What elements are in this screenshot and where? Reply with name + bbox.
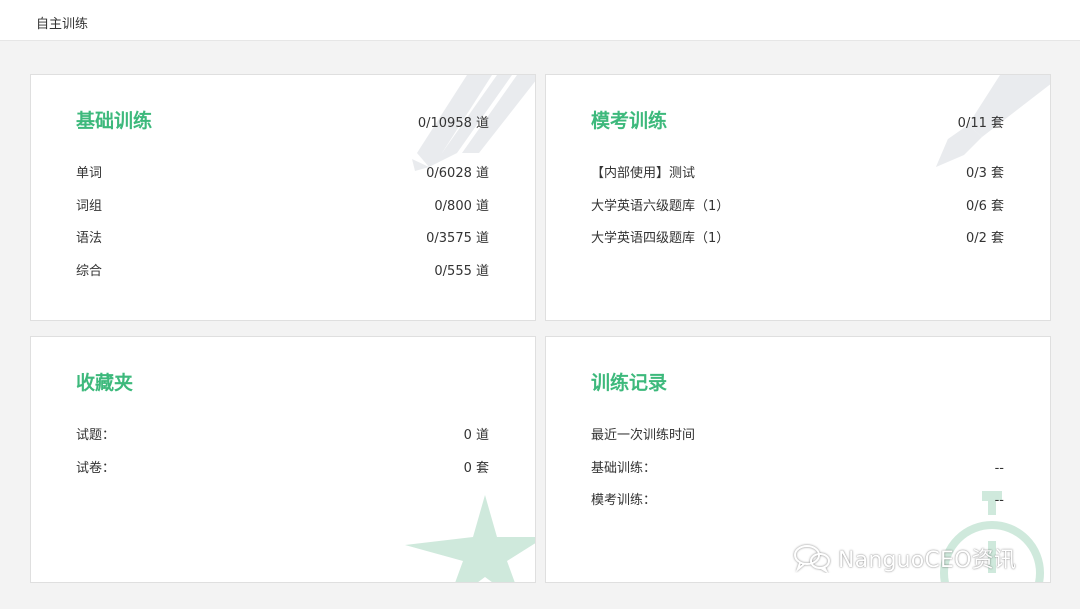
list-item: 模考训练： --	[591, 493, 1004, 526]
card-mock-training[interactable]: 模考训练 0/11 套 【内部使用】测试 0/3 套 大学英语六级题库（1） 0…	[545, 74, 1051, 321]
list-item[interactable]: 语法 0/3575 道	[76, 231, 489, 264]
item-value: 0/6028 道	[426, 166, 489, 181]
item-label: 综合	[76, 263, 103, 279]
list-item[interactable]: 单词 0/6028 道	[76, 166, 489, 199]
stats-list: 最近一次训练时间 基础训练： -- 模考训练： --	[591, 428, 1004, 526]
watermark-text: NanguoCEO资讯	[838, 548, 1017, 573]
item-label: 试题：	[76, 428, 116, 443]
card-title: 基础训练	[76, 110, 153, 132]
wechat-icon	[794, 545, 830, 573]
stats-list: 试题： 0 道 试卷： 0 套	[76, 428, 489, 493]
item-value: --	[994, 460, 1004, 476]
watermark: NanguoCEO资讯	[792, 543, 1016, 573]
item-value: 0/2 套	[965, 231, 1004, 246]
item-label: 大学英语六级题库（1）	[591, 198, 730, 214]
list-item[interactable]: 试卷： 0 套	[76, 461, 489, 494]
item-value: 0/6 套	[965, 198, 1004, 214]
list-item[interactable]: 综合 0/555 道	[76, 264, 489, 297]
item-value: 0/3 套	[965, 166, 1004, 181]
card-title: 训练记录	[591, 372, 668, 394]
item-label: 语法	[76, 231, 103, 246]
card-basic-training[interactable]: 基础训练 0/10958 道 单词 0/6028 道 词组 0/800 道 语法…	[30, 74, 536, 321]
top-bar: 自主训练	[0, 0, 1080, 41]
list-item[interactable]: 大学英语四级题库（1） 0/2 套	[591, 231, 1004, 264]
item-value: 0 道	[463, 428, 489, 443]
list-item: 基础训练： --	[591, 461, 1004, 494]
list-item[interactable]: 【内部使用】测试 0/3 套	[591, 166, 1004, 199]
list-item[interactable]: 词组 0/800 道	[76, 199, 489, 232]
item-label: 试卷：	[76, 460, 116, 476]
item-label: 单词	[76, 166, 103, 181]
item-value: 0/3575 道	[426, 231, 489, 246]
page-title: 自主训练	[36, 17, 89, 32]
list-item[interactable]: 试题： 0 道	[76, 428, 489, 461]
stats-list: 【内部使用】测试 0/3 套 大学英语六级题库（1） 0/6 套 大学英语四级题…	[591, 166, 1004, 264]
card-title: 模考训练	[591, 110, 668, 132]
item-label: 词组	[76, 198, 103, 214]
item-value: 0/800 道	[434, 198, 489, 214]
item-value: 0 套	[463, 460, 489, 476]
card-favorites[interactable]: 收藏夹 试题： 0 道 试卷： 0 套	[30, 336, 536, 583]
stats-list: 单词 0/6028 道 词组 0/800 道 语法 0/3575 道 综合 0/…	[76, 166, 489, 296]
item-value: --	[994, 493, 1004, 508]
item-label: 模考训练：	[591, 493, 657, 508]
card-title: 收藏夹	[76, 372, 134, 394]
item-value: 0/555 道	[434, 263, 489, 279]
item-label: 【内部使用】测试	[591, 166, 696, 181]
card-total: 0/11 套	[957, 116, 1004, 131]
item-label: 最近一次训练时间	[591, 428, 696, 443]
item-label: 大学英语四级题库（1）	[591, 231, 730, 246]
list-item[interactable]: 大学英语六级题库（1） 0/6 套	[591, 199, 1004, 232]
card-total: 0/10958 道	[417, 116, 489, 131]
list-item: 最近一次训练时间	[591, 428, 1004, 461]
star-decoration-icon	[405, 495, 535, 582]
item-label: 基础训练：	[591, 460, 657, 476]
